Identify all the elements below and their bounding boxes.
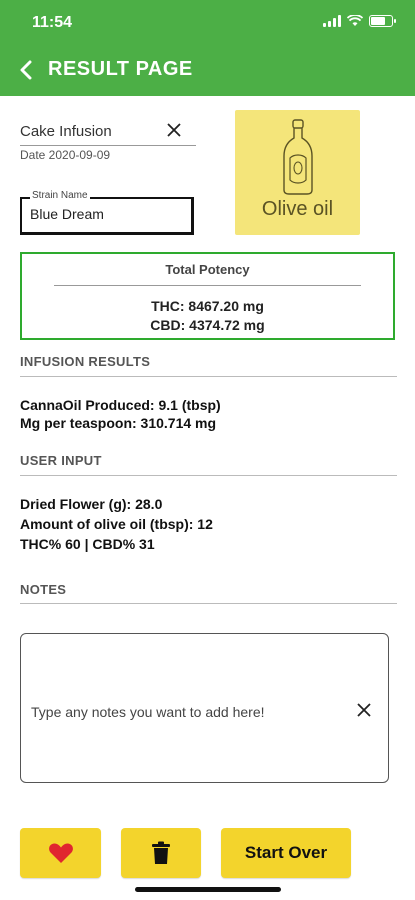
battery-icon: [369, 15, 396, 27]
oil-type-label: Olive oil: [261, 198, 334, 220]
section-divider: [20, 603, 397, 604]
thc-total: THC: 8467.20 mg: [151, 298, 264, 314]
heart-icon: [48, 843, 73, 863]
user-input-heading: USER INPUT: [20, 453, 102, 468]
thc-cbd-percent-text: THC% 60 | CBD% 31: [20, 536, 155, 552]
clear-notes-button[interactable]: [354, 700, 374, 720]
dried-flower-text: Dried Flower (g): 28.0: [20, 496, 163, 512]
strain-value[interactable]: Blue Dream: [30, 206, 104, 222]
notes-field[interactable]: [20, 633, 389, 783]
delete-button[interactable]: [121, 828, 201, 878]
infusion-results-heading: INFUSION RESULTS: [20, 354, 151, 369]
back-button[interactable]: [14, 56, 38, 84]
oil-bottle-icon: [283, 119, 313, 195]
app-header: 11:54 RESULT PAGE: [0, 0, 415, 96]
home-indicator: [135, 887, 281, 892]
close-icon: [167, 123, 181, 137]
clear-name-button[interactable]: [164, 120, 184, 140]
status-time: 11:54: [32, 14, 73, 31]
oil-produced-text: CannaOil Produced: 9.1 (tbsp): [20, 397, 221, 413]
notes-heading: NOTES: [20, 582, 67, 597]
status-icons: [323, 15, 396, 27]
notes-input[interactable]: [31, 704, 351, 720]
potency-title: Total Potency: [165, 262, 250, 277]
recipe-date: Date 2020-09-09: [20, 148, 111, 162]
oil-type-card: Olive oil: [235, 110, 360, 235]
page-title: RESULT PAGE: [48, 58, 193, 80]
wifi-icon: [347, 15, 363, 26]
start-over-button[interactable]: Start Over: [221, 828, 351, 878]
chevron-left-icon: [20, 60, 32, 80]
section-divider: [20, 475, 397, 476]
trash-icon: [152, 841, 170, 864]
mg-per-teaspoon-text: Mg per teaspoon: 310.714 mg: [20, 415, 217, 431]
signal-icon: [323, 15, 341, 27]
olive-oil-amount-text: Amount of olive oil (tbsp): 12: [20, 516, 213, 532]
recipe-name[interactable]: Cake Infusion: [20, 123, 112, 140]
cbd-total: CBD: 4374.72 mg: [150, 317, 265, 333]
strain-label: Strain Name: [30, 190, 90, 201]
total-potency-box: Total Potency THC: 8467.20 mg CBD: 4374.…: [20, 252, 395, 340]
section-divider: [20, 376, 397, 377]
potency-divider: [54, 285, 361, 286]
close-icon: [357, 703, 371, 717]
recipe-name-underline: [20, 145, 196, 146]
favorite-button[interactable]: [20, 828, 101, 878]
